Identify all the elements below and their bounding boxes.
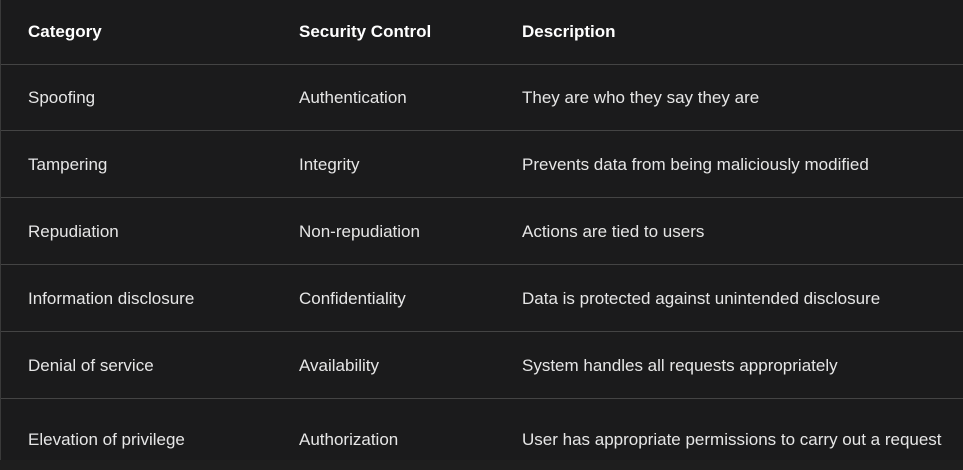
control-cell: Availability xyxy=(299,355,380,375)
table-row: Information disclosure Confidentiality D… xyxy=(1,266,963,332)
header-security-control: Security Control xyxy=(299,22,432,41)
stride-table: Category Security Control Description Sp… xyxy=(0,0,963,460)
control-cell: Confidentiality xyxy=(299,288,406,308)
description-cell: Data is protected against unintended dis… xyxy=(522,288,881,308)
description-cell: Actions are tied to users xyxy=(522,221,705,241)
control-cell: Integrity xyxy=(299,154,360,174)
table-header-row: Category Security Control Description xyxy=(1,0,963,65)
table-row: Spoofing Authentication They are who the… xyxy=(1,65,963,131)
table-row: Repudiation Non-repudiation Actions are … xyxy=(1,199,963,265)
category-cell: Repudiation xyxy=(28,221,119,241)
header-description: Description xyxy=(522,22,616,41)
description-cell: They are who they say they are xyxy=(522,87,760,107)
header-category: Category xyxy=(28,22,102,41)
category-cell: Denial of service xyxy=(28,355,154,375)
category-cell: Information disclosure xyxy=(28,288,195,308)
description-cell: System handles all requests appropriatel… xyxy=(522,355,838,375)
category-cell: Spoofing xyxy=(28,87,96,107)
control-cell: Non-repudiation xyxy=(299,221,420,241)
table-row: Tampering Integrity Prevents data from b… xyxy=(1,132,963,198)
table-row: Elevation of privilege Authorization Use… xyxy=(1,400,963,460)
control-cell: Authentication xyxy=(299,87,407,107)
description-cell: Prevents data from being maliciously mod… xyxy=(522,154,869,174)
category-cell: Tampering xyxy=(28,154,108,174)
table-row: Denial of service Availability System ha… xyxy=(1,333,963,399)
